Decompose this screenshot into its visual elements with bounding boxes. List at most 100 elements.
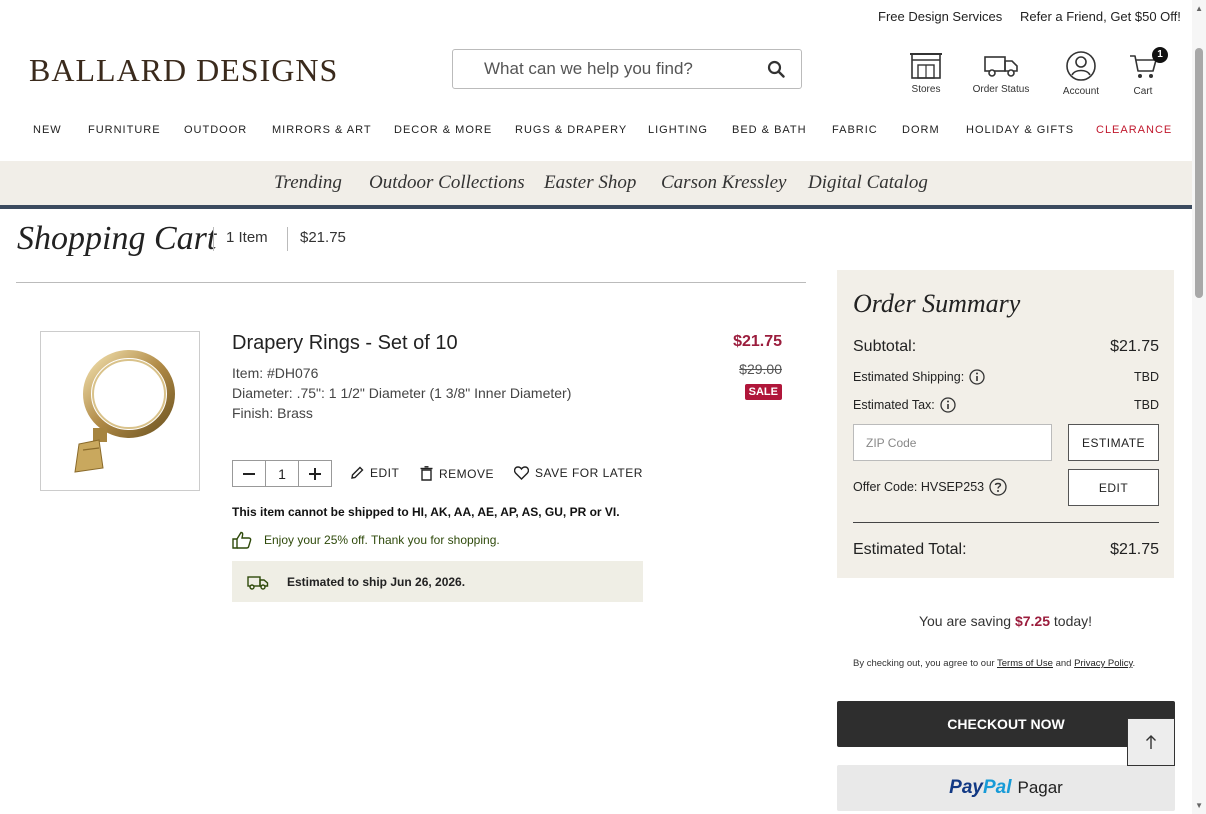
cart-link[interactable]: 1 Cart bbox=[1108, 47, 1178, 97]
savings-amount: $7.25 bbox=[1014, 613, 1050, 629]
subnav-easter-shop[interactable]: Easter Shop bbox=[544, 172, 636, 194]
info-icon[interactable] bbox=[940, 397, 956, 413]
paypal-label: Pagar bbox=[1017, 778, 1063, 797]
nav-fabric[interactable]: FABRIC bbox=[832, 124, 878, 136]
nav-decor-more[interactable]: DECOR & MORE bbox=[394, 124, 492, 136]
subnav-trending[interactable]: Trending bbox=[274, 172, 342, 194]
edit-item-button[interactable]: EDIT bbox=[350, 466, 399, 480]
product-original-price: $29.00 bbox=[739, 361, 782, 377]
offer-code-label: Offer Code: HVSEP253 bbox=[853, 480, 985, 494]
nav-clearance[interactable]: CLEARANCE bbox=[1096, 124, 1172, 136]
total-label: Estimated Total: bbox=[853, 541, 967, 558]
nav-lighting[interactable]: LIGHTING bbox=[648, 124, 708, 136]
arrow-up-icon bbox=[1146, 735, 1156, 749]
total-value: $21.75 bbox=[1110, 541, 1159, 558]
nav-rugs-drapery[interactable]: RUGS & DRAPERY bbox=[515, 124, 627, 136]
drapery-ring-image bbox=[74, 350, 175, 473]
scrollbar-thumb[interactable] bbox=[1195, 48, 1203, 298]
quantity-decrease-button[interactable] bbox=[233, 461, 265, 486]
order-status-label: Order Status bbox=[972, 84, 1030, 95]
scroll-up-arrow-icon[interactable]: ▲ bbox=[1195, 4, 1203, 13]
title-divider bbox=[213, 227, 214, 251]
truck-icon bbox=[984, 56, 1018, 77]
legal-notice: By checking out, you agree to our Terms … bbox=[853, 658, 1136, 669]
nav-mirrors-art[interactable]: MIRRORS & ART bbox=[272, 124, 372, 136]
shipping-truck-icon bbox=[247, 575, 269, 590]
info-icon[interactable] bbox=[969, 369, 985, 385]
offer-code-row: Offer Code: HVSEP253 bbox=[853, 478, 1043, 496]
back-to-top-button[interactable] bbox=[1127, 718, 1175, 766]
main-nav: NEW FURNITURE OUTDOOR MIRRORS & ART DECO… bbox=[0, 124, 1192, 140]
quantity-value[interactable]: 1 bbox=[265, 461, 299, 486]
search-button[interactable] bbox=[751, 50, 801, 88]
nav-new[interactable]: NEW bbox=[33, 124, 62, 136]
savings-suffix: today! bbox=[1053, 613, 1093, 629]
privacy-policy-link[interactable]: Privacy Policy bbox=[1074, 658, 1132, 669]
stores-label: Stores bbox=[911, 84, 941, 95]
subnav-outdoor-collections[interactable]: Outdoor Collections bbox=[369, 172, 525, 194]
terms-of-use-link[interactable]: Terms of Use bbox=[997, 658, 1053, 669]
nav-dorm[interactable]: DORM bbox=[902, 124, 940, 136]
sale-badge: SALE bbox=[744, 384, 782, 400]
remove-item-button[interactable]: REMOVE bbox=[420, 466, 494, 481]
tax-value: TBD bbox=[1134, 398, 1159, 412]
nav-bed-bath[interactable]: BED & BATH bbox=[732, 124, 807, 136]
savings-prefix: You are saving bbox=[918, 613, 1012, 629]
remove-label: REMOVE bbox=[439, 466, 495, 481]
minus-icon bbox=[243, 472, 255, 475]
quantity-increase-button[interactable] bbox=[299, 461, 331, 486]
product-sale-price: $21.75 bbox=[733, 333, 782, 350]
search-icon bbox=[767, 60, 785, 78]
nav-outdoor[interactable]: OUTDOOR bbox=[184, 124, 247, 136]
product-name[interactable]: Drapery Rings - Set of 10 bbox=[232, 332, 458, 355]
help-icon[interactable] bbox=[989, 478, 1007, 496]
subtotal-label: Subtotal: bbox=[853, 338, 917, 355]
ship-estimate-text: Estimated to ship Jun 26, 2026. bbox=[287, 574, 466, 589]
subtotal-row: Subtotal: $21.75 bbox=[853, 338, 1159, 356]
utility-bar: Free Design Services Refer a Friend, Get… bbox=[0, 0, 1192, 32]
tax-label: Estimated Tax: bbox=[853, 398, 935, 412]
estimate-button[interactable]: ESTIMATE bbox=[1068, 424, 1159, 461]
subnav-carson-kressley[interactable]: Carson Kressley bbox=[661, 172, 786, 194]
shipping-value: TBD bbox=[1134, 370, 1159, 384]
count-divider bbox=[287, 227, 288, 251]
account-link[interactable]: Account bbox=[1046, 50, 1116, 97]
checkout-now-button[interactable]: CHECKOUT NOW bbox=[837, 701, 1175, 747]
scroll-down-arrow-icon[interactable]: ▼ bbox=[1195, 801, 1203, 810]
total-row: Estimated Total: $21.75 bbox=[853, 541, 1159, 559]
promo-text: Enjoy your 25% off. Thank you for shoppi… bbox=[264, 533, 500, 547]
logo[interactable]: BALLARD DESIGNS bbox=[29, 52, 338, 89]
shipping-row: Estimated Shipping: TBD bbox=[853, 369, 1159, 385]
paypal-button[interactable]: PayPal Pagar bbox=[837, 765, 1175, 811]
shipping-restriction-notice: This item cannot be shipped to HI, AK, A… bbox=[232, 505, 620, 519]
nav-furniture[interactable]: FURNITURE bbox=[88, 124, 161, 136]
stores-link[interactable]: Stores bbox=[891, 50, 961, 95]
cart-header-total: $21.75 bbox=[300, 229, 346, 246]
search-bar bbox=[452, 49, 802, 89]
refer-friend-link[interactable]: Refer a Friend, Get $50 Off! bbox=[1020, 9, 1181, 24]
order-status-link[interactable]: Order Status bbox=[966, 50, 1036, 95]
page-scrollbar[interactable]: ▲ ▼ bbox=[1192, 0, 1206, 814]
cart-item-count: 1 Item bbox=[226, 229, 268, 246]
edit-offer-button[interactable]: EDIT bbox=[1068, 469, 1159, 506]
cart-header-divider bbox=[16, 282, 806, 283]
free-design-services-link[interactable]: Free Design Services bbox=[878, 9, 1002, 24]
edit-label: EDIT bbox=[370, 466, 400, 480]
product-diameter: Diameter: .75": 1 1/2" Diameter (1 3/8" … bbox=[232, 385, 572, 401]
subtotal-value: $21.75 bbox=[1110, 338, 1159, 355]
paypal-logo: PayPal bbox=[949, 777, 1012, 798]
promo-message: Enjoy your 25% off. Thank you for shoppi… bbox=[232, 531, 500, 549]
account-icon bbox=[1066, 51, 1096, 81]
save-for-later-button[interactable]: SAVE FOR LATER bbox=[514, 466, 643, 480]
search-input[interactable] bbox=[453, 50, 751, 88]
heart-icon bbox=[514, 466, 529, 480]
nav-holiday-gifts[interactable]: HOLIDAY & GIFTS bbox=[966, 124, 1074, 136]
summary-divider bbox=[853, 522, 1159, 523]
subnav-digital-catalog[interactable]: Digital Catalog bbox=[808, 172, 928, 194]
legal-and: and bbox=[1055, 658, 1072, 669]
zip-code-input[interactable] bbox=[853, 424, 1052, 461]
product-item-number: Item: #DH076 bbox=[232, 365, 319, 381]
savings-message: You are saving $7.25 today! bbox=[837, 613, 1174, 629]
store-icon bbox=[910, 53, 942, 79]
product-image[interactable] bbox=[40, 331, 200, 491]
